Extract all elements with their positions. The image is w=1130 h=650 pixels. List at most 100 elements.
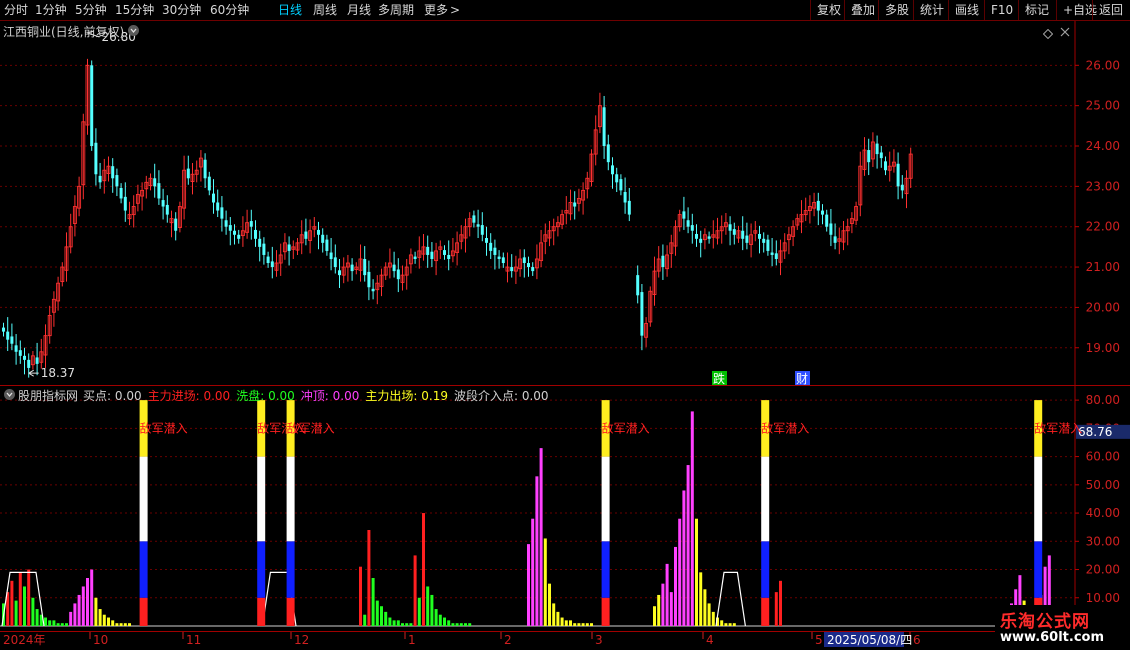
candle-body [371,288,375,292]
multi-stock-button[interactable]: 多股 [878,0,909,20]
indicator-bar [674,546,677,626]
indicator-bar [728,623,732,626]
candle-body [329,252,333,259]
indicator-dropdown-icon[interactable] [4,389,15,400]
candle-body [115,175,119,187]
month-label: 11 [186,633,201,647]
indicator-item-value: 0.00 [521,389,549,403]
candle-body [203,159,207,179]
candle-body [884,161,887,171]
indicator-item: 洗盘: 0.00 [236,389,295,403]
indicator-item-colon: : [513,389,522,403]
tab-15min[interactable]: 15分钟 [115,0,154,20]
candle-body [207,176,211,191]
candle-body [10,336,14,344]
indicator-bar [686,465,690,626]
candle-body [2,327,5,332]
watermark-title: 乐淘公式网 [1000,612,1090,632]
indicator-bar [455,623,459,626]
low-price-label: 18.37 [41,366,75,380]
candle-body [35,357,39,364]
add-watchlist-button[interactable]: +自选 [1056,0,1097,20]
indicator-item-colon: : [260,389,269,403]
tab-5min[interactable]: 5分钟 [75,0,107,20]
tab-daily[interactable]: 日线 [278,0,302,20]
indicator-bar [77,594,81,626]
candle-body [476,224,480,227]
candle-body [833,236,837,243]
draw-line-button[interactable]: 画线 [948,0,979,20]
indicator-bar [86,578,89,626]
signal-column-white [761,456,770,542]
candle-body [18,350,22,356]
title-dropdown-icon[interactable] [128,25,139,36]
indicator-bar [363,614,367,626]
indicator-bar [115,623,119,626]
indicator-bar [581,623,585,626]
tab-60min[interactable]: 60分钟 [210,0,249,20]
tab-1min[interactable]: 1分钟 [35,0,67,20]
close-icon[interactable] [1059,23,1071,37]
indicator-item-value: 0.00 [268,389,295,403]
signal-label: 敌军潜入 [761,420,809,435]
overlay-button[interactable]: 叠加 [844,0,875,20]
indicator-item: 主力进场: 0.00 [148,389,231,403]
tab-weekly[interactable]: 周线 [313,0,337,20]
tab-multi-period[interactable]: 多周期 [378,0,414,20]
time-axis: 2024年 10 11 12 1 2 3 4 5 62025/05/08/四 [0,631,1130,647]
statistics-button[interactable]: 统计 [913,0,944,20]
indicator-bar [585,623,589,626]
indicator-tick-label: 60.00 [1086,450,1120,464]
indicator-item-colon: : [107,389,115,403]
indicator-bar [359,566,362,626]
candle-body [6,331,10,340]
indicator-bar [426,586,430,626]
f10-button[interactable]: F10 [984,0,1013,20]
candlestick-chart[interactable]: 26.00 25.00 24.00 23.00 22.00 21.00 20.00 19.00… [0,21,1130,386]
signal-column-blue [1034,541,1043,598]
candle-body [611,165,614,175]
back-button[interactable]: 返回 [1092,0,1123,20]
indicator-item: 主力出场: 0.19 [365,389,448,403]
indicator-bar [539,448,543,626]
signal-column-base [761,597,770,626]
candle-body [338,270,341,276]
candle-body [186,168,190,179]
candle-body [682,211,686,219]
event-marker-label[interactable]: 跌 [713,371,725,386]
tab-monthly[interactable]: 月线 [347,0,371,20]
adjust-button[interactable]: 复权 [810,0,841,20]
candle-body [489,242,493,251]
indicator-tick-label: 10.00 [1086,591,1120,605]
candle-body [640,292,644,336]
signal-column-blue [286,541,295,598]
indicator-bar [535,476,539,626]
tab-more[interactable]: 更多 [424,0,448,20]
mark-button[interactable]: 标记 [1018,0,1049,20]
indicator-bar [459,623,463,626]
more-arrow-icon[interactable]: > [450,0,460,20]
tab-fenshi[interactable]: 分时 [4,0,28,20]
tab-30min[interactable]: 30分钟 [162,0,201,20]
candle-body [258,238,262,247]
indicator-item-label: 主力出场 [365,389,414,403]
indicator-values: 买点: 0.00 主力进场: 0.00 洗盘: 0.00 冲顶: 0.00 主力出场: … [83,387,555,404]
indicator-chart[interactable]: 80.0070.0060.0050.0040.0030.0020.0010.00… [0,386,1130,631]
candle-body [94,142,98,175]
indicator-bar [98,609,102,626]
candle-body [493,247,497,255]
signal-column-white [1034,456,1043,542]
indicator-bar [577,623,581,626]
indicator-bar [564,620,568,626]
diamond-icon[interactable] [1042,24,1054,40]
signal-column-base [601,597,610,626]
indicator-bar [367,530,371,626]
event-marker-label[interactable]: 财 [796,372,808,386]
indicator-bar [443,617,446,626]
indicator-bar [531,518,535,626]
indicator-bar [711,611,715,626]
indicator-bar [464,623,467,626]
indicator-bar [111,620,115,626]
candle-body [758,233,761,239]
candle-body [220,207,224,219]
